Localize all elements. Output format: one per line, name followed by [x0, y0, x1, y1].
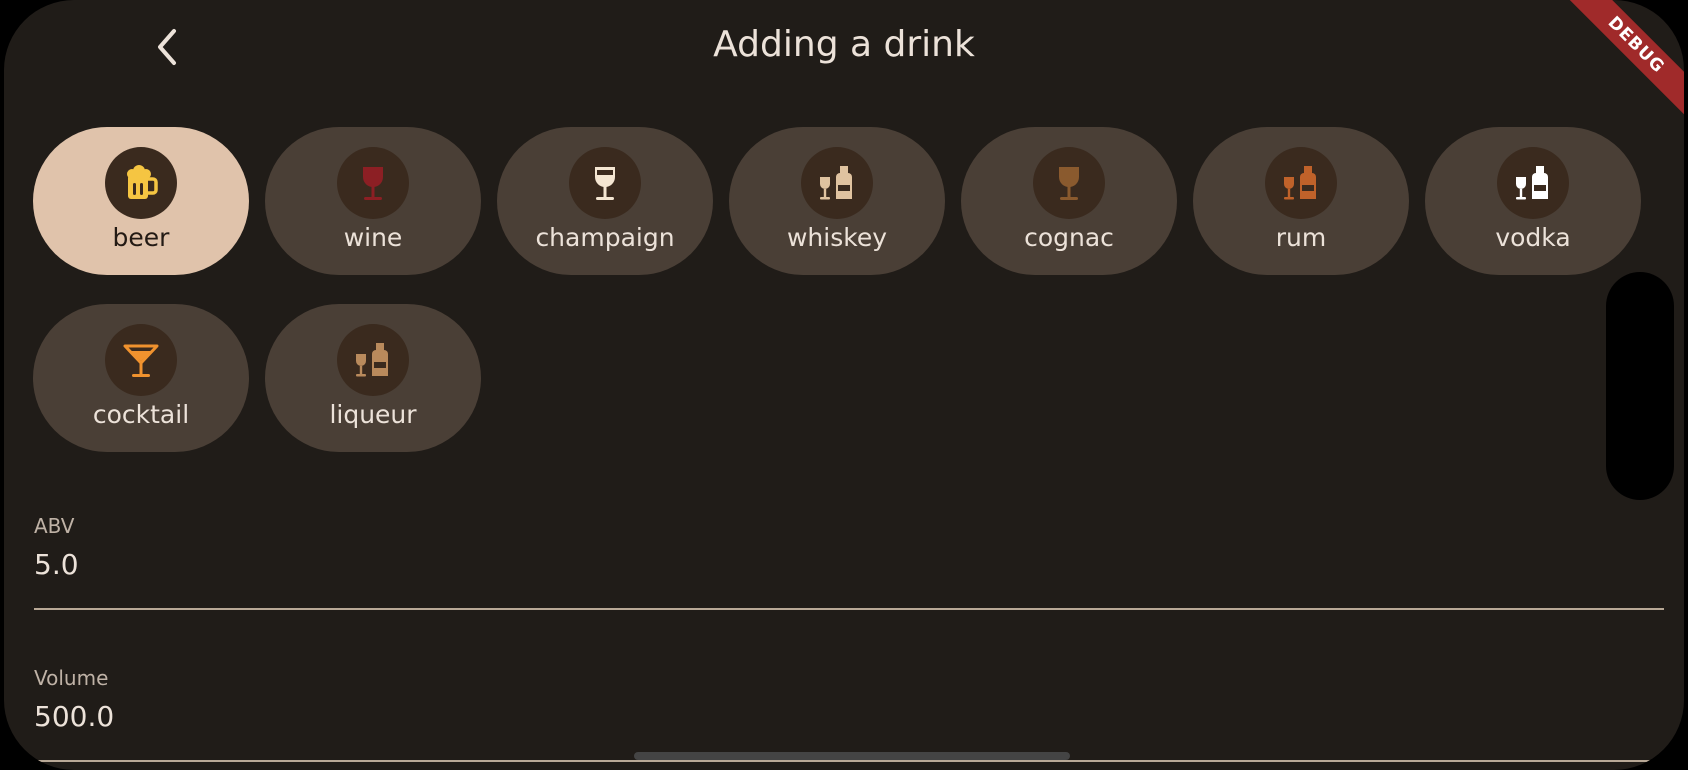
drink-chip-champaign[interactable]: champaign — [497, 127, 713, 275]
drink-chip-liqueur[interactable]: liqueur — [265, 304, 481, 452]
volume-input[interactable] — [34, 696, 1664, 736]
chip-label: whiskey — [786, 223, 888, 252]
icon-circle — [1265, 147, 1337, 219]
wine-glass-icon — [595, 167, 615, 200]
drink-chip-rum[interactable]: rum — [1193, 127, 1409, 275]
cocktail-glass-icon — [123, 344, 159, 377]
chip-label: cocktail — [92, 400, 190, 429]
abv-field: ABV — [34, 514, 1664, 610]
chip-label: liqueur — [329, 400, 417, 429]
chip-label: rum — [1275, 223, 1327, 252]
app-screen: Adding a drink DEBUG beer wine champaign… — [4, 0, 1684, 770]
chip-label: cognac — [1024, 223, 1114, 252]
chip-label: vodka — [1495, 223, 1571, 252]
debug-banner: DEBUG — [1547, 0, 1684, 134]
icon-circle — [105, 324, 177, 396]
device-frame: Adding a drink DEBUG beer wine champaign… — [0, 0, 1688, 770]
drink-chip-vodka[interactable]: vodka — [1425, 127, 1641, 275]
home-indicator[interactable] — [634, 752, 1070, 760]
volume-field: Volume — [34, 666, 1664, 762]
abv-underline — [34, 608, 1664, 610]
chip-label: wine — [343, 223, 403, 252]
beer-mug-icon — [127, 165, 158, 199]
abv-label: ABV — [34, 514, 75, 538]
icon-circle — [801, 147, 873, 219]
chip-label: champaign — [535, 223, 675, 252]
icon-circle — [337, 147, 409, 219]
bottle-and-glass-icon — [356, 343, 388, 377]
volume-underline — [34, 760, 1664, 762]
wine-glass-icon — [1059, 167, 1079, 200]
volume-label: Volume — [34, 666, 109, 690]
drink-chip-cognac[interactable]: cognac — [961, 127, 1177, 275]
icon-circle — [1497, 147, 1569, 219]
page-title: Adding a drink — [713, 24, 975, 65]
icon-circle — [105, 147, 177, 219]
icon-circle — [1033, 147, 1105, 219]
abv-input[interactable] — [34, 544, 1664, 584]
drink-chip-whiskey[interactable]: whiskey — [729, 127, 945, 275]
drink-chip-wine[interactable]: wine — [265, 127, 481, 275]
bottle-and-glass-icon — [820, 166, 852, 200]
scrollbar-thumb[interactable] — [1606, 272, 1674, 500]
chip-label: beer — [112, 223, 170, 252]
drink-chip-beer[interactable]: beer — [33, 127, 249, 275]
drink-chip-cocktail[interactable]: cocktail — [33, 304, 249, 452]
icon-circle — [337, 324, 409, 396]
bottle-and-glass-icon — [1284, 166, 1316, 200]
icon-circle — [569, 147, 641, 219]
bottle-and-glass-icon — [1516, 166, 1548, 200]
wine-glass-icon — [363, 167, 383, 200]
